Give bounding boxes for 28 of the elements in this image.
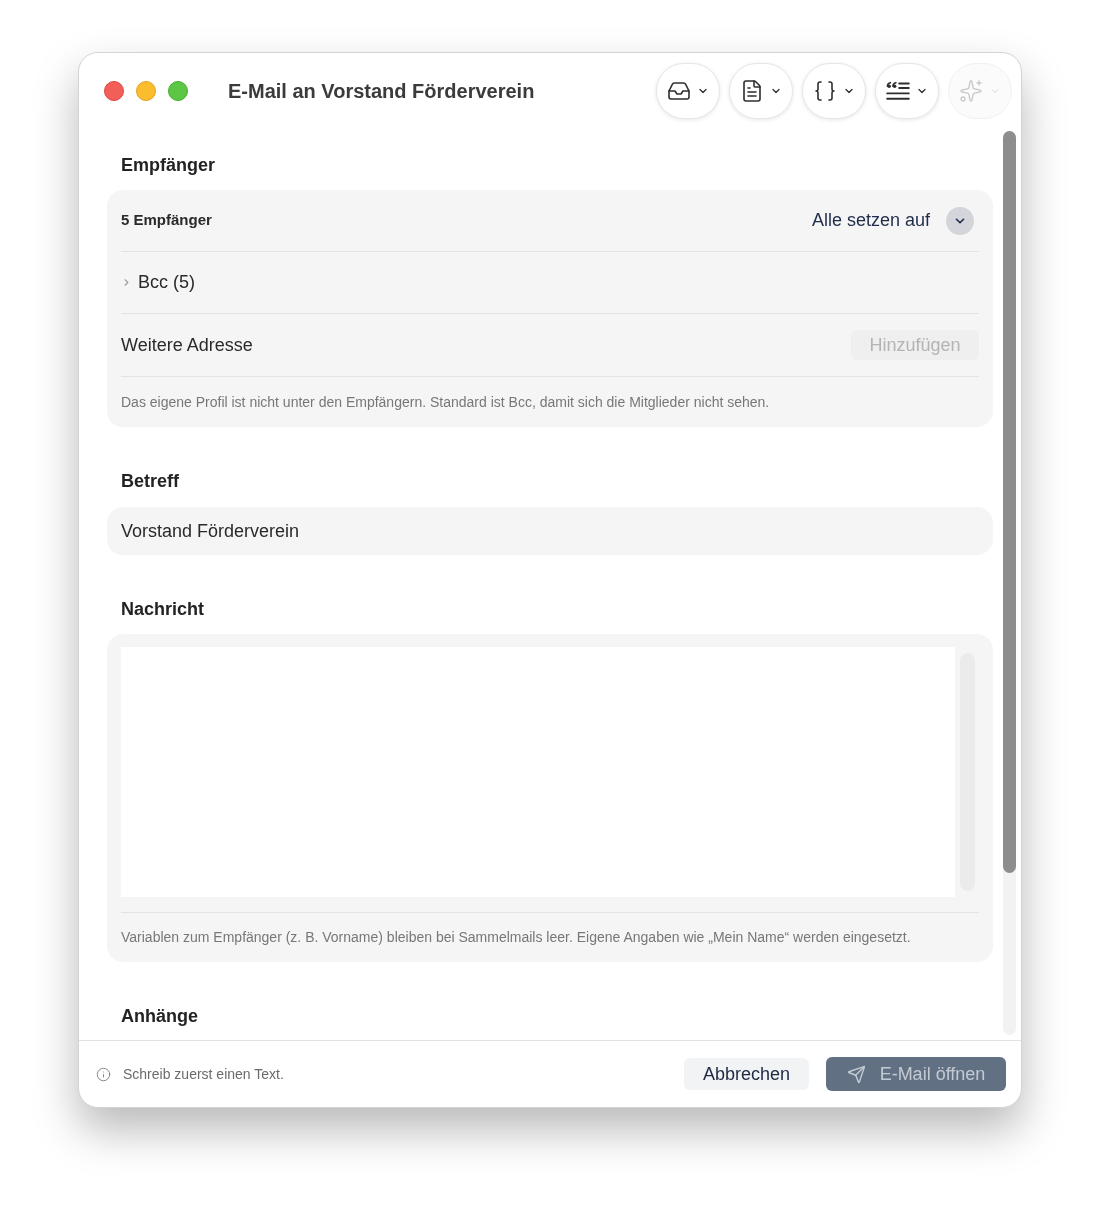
- subject-field[interactable]: Vorstand Förderverein: [107, 507, 993, 555]
- set-all-dropdown[interactable]: Alle setzen auf: [811, 206, 974, 235]
- chevron-down-icon: [946, 206, 974, 235]
- address-label: Weitere Adresse: [121, 333, 253, 357]
- bcc-disclosure[interactable]: Bcc (5): [121, 269, 195, 296]
- close-button[interactable]: [104, 80, 124, 101]
- footer-hint: Schreib zuerst einen Text.: [123, 1064, 284, 1084]
- message-note: Variablen zum Empfänger (z. B. Vorname) bleiben bei Sammelmails leer. Eigene Angaben wie „Mein Name“ werden eingesetzt.: [121, 928, 911, 947]
- recipient-count: 5 Empfänger: [121, 210, 212, 231]
- section-heading: Empfänger: [121, 154, 216, 177]
- window-title: E-Mail an Vorstand Förderverein: [228, 78, 535, 104]
- minimize-button[interactable]: [136, 80, 156, 101]
- braces-icon: [813, 78, 837, 103]
- zoom-button[interactable]: [168, 80, 188, 101]
- document-icon: [740, 78, 764, 103]
- quote-menu-button[interactable]: [875, 62, 939, 119]
- section-heading: Nachricht: [121, 598, 205, 621]
- info-icon: [96, 1066, 111, 1082]
- section-heading: Betreff: [121, 470, 179, 493]
- recipients-note: Das eigene Profil ist nicht unter den Empfängern. Standard ist Bcc, damit sich die Mitglieder nicht sehen.: [121, 392, 770, 412]
- section-heading: Anhänge: [121, 1005, 198, 1028]
- sparkle-icon: [959, 78, 983, 103]
- scrollbar-thumb[interactable]: [1003, 131, 1016, 873]
- inbox-menu-button[interactable]: [656, 62, 720, 119]
- document-menu-button[interactable]: [729, 62, 793, 119]
- cancel-button[interactable]: Abbrechen: [684, 1058, 809, 1090]
- braces-menu-button[interactable]: [802, 62, 866, 119]
- paper-plane-icon: [846, 1064, 866, 1084]
